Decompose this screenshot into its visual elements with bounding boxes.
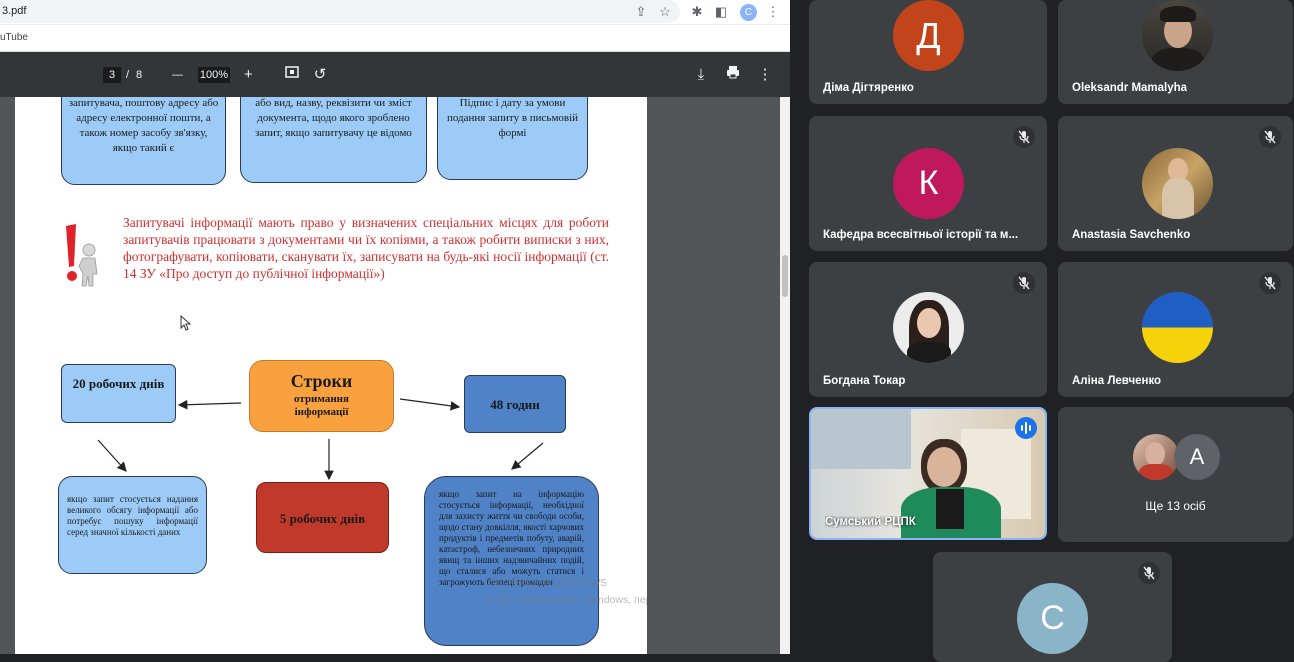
participant-name: Діма Дігтяренко	[823, 82, 914, 94]
participant-photo	[1142, 0, 1213, 71]
participant-name: Аліна Левченко	[1072, 375, 1162, 387]
zoom-in-button[interactable]: +	[244, 67, 253, 83]
pdf-more-icon[interactable]: ⋮	[754, 64, 776, 86]
profile-avatar[interactable]: C	[740, 4, 757, 21]
address-bar-row: 3.pdf ⇪ ☆ ✱ ◧ C ⋮	[0, 0, 790, 25]
zoom-input[interactable]: 100%	[198, 67, 230, 83]
participant-tile[interactable]: Богдана Токар	[809, 262, 1047, 397]
muted-mic-icon	[1259, 272, 1281, 294]
participant-name: Oleksandr Mamalyha	[1072, 82, 1188, 94]
more-participants-label: Ще 13 осіб	[1145, 499, 1206, 513]
activation-watermark-text: Чтобы активировать Windows, перейдите в …	[483, 594, 647, 606]
page-separator: /	[126, 69, 130, 81]
browser-menu-icon[interactable]: ⋮	[764, 3, 782, 21]
muted-mic-icon	[1013, 126, 1035, 148]
pdf-page: запитувача, поштову адресу або адресу ел…	[15, 97, 647, 654]
muted-mic-icon	[1138, 562, 1160, 584]
participant-avatar: Д	[893, 0, 964, 71]
muted-mic-icon	[1013, 272, 1035, 294]
rotate-icon[interactable]: ↺	[309, 64, 331, 86]
url-field[interactable]: 3.pdf	[0, 0, 680, 23]
participant-tile[interactable]: Аліна Левченко	[1058, 262, 1293, 397]
download-icon[interactable]: ⤓	[690, 64, 712, 86]
pdf-viewport[interactable]: запитувача, поштову адресу або адресу ел…	[0, 97, 780, 654]
participant-tile[interactable]: К Кафедра всесвітньої історії та м...	[809, 116, 1047, 251]
participant-name: Кафедра всесвітньої історії та м...	[823, 229, 1019, 241]
extensions-icon[interactable]: ✱	[688, 3, 706, 21]
participant-avatar: C	[1017, 583, 1088, 654]
share-icon[interactable]: ⇪	[632, 3, 650, 21]
participant-name: Богдана Токар	[823, 375, 906, 387]
participant-photo	[893, 292, 964, 363]
participant-tile[interactable]: C	[933, 552, 1172, 662]
fit-page-icon[interactable]	[281, 64, 303, 86]
bookmark-youtube[interactable]: uTube	[0, 32, 28, 43]
pdf-browser-window: 3.pdf ⇪ ☆ ✱ ◧ C ⋮ uTube 3 / 8 — 100% + ↺…	[0, 0, 790, 654]
participant-photo	[1142, 148, 1213, 219]
meet-participants-panel: Д Діма Дігтяренко Oleksandr Mamalyha К К…	[790, 0, 1294, 662]
speaking-indicator-icon	[1015, 417, 1037, 439]
page-number-input[interactable]: 3	[103, 67, 121, 83]
participant-avatar: К	[893, 148, 964, 219]
participant-photo	[1133, 434, 1179, 480]
participant-name: Anastasia Savchenko	[1072, 229, 1191, 241]
participant-tile[interactable]: Д Діма Дігтяренко	[809, 0, 1047, 104]
participant-tile[interactable]: Oleksandr Mamalyha	[1058, 0, 1293, 104]
bookmark-star-icon[interactable]: ☆	[656, 3, 674, 21]
pdf-scrollbar[interactable]	[780, 97, 790, 654]
diagram-arrows	[97, 398, 544, 481]
page-total: 8	[136, 69, 143, 81]
print-icon[interactable]	[722, 64, 744, 86]
participant-tile-speaking[interactable]: Сумський РЦПК	[809, 407, 1047, 540]
participant-tile[interactable]: Anastasia Savchenko	[1058, 116, 1293, 251]
participant-avatar: A	[1174, 434, 1220, 480]
pdf-scrollbar-thumb[interactable]	[782, 255, 788, 297]
zoom-out-button[interactable]: —	[172, 67, 183, 83]
side-panel-icon[interactable]: ◧	[712, 3, 730, 21]
muted-mic-icon	[1259, 126, 1281, 148]
participant-name: Сумський РЦПК	[825, 516, 916, 528]
more-participants-tile[interactable]: A Ще 13 осіб	[1058, 407, 1293, 542]
ukraine-flag-avatar	[1142, 292, 1213, 363]
activation-watermark-title: Активация Windows	[487, 574, 607, 589]
pdf-toolbar: 3 / 8 — 100% + ↺ ⤓ ⋮	[0, 52, 790, 97]
bookmarks-bar: uTube	[0, 25, 790, 52]
